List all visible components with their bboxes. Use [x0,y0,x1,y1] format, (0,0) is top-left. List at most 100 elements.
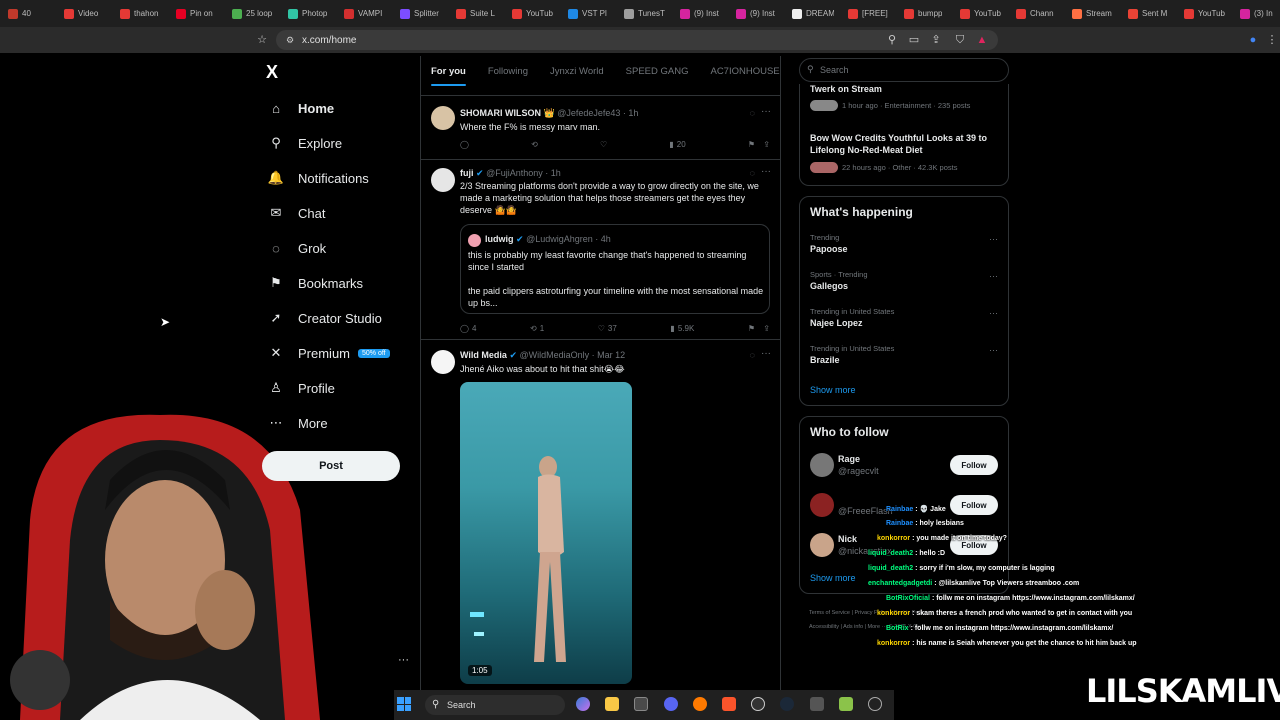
story-title[interactable]: Bow Wow Credits Youthful Looks at 39 to … [810,132,1000,156]
account-name[interactable]: Nick [838,534,857,544]
browser-tab[interactable]: Suite L [448,0,504,27]
nav-item-chat[interactable]: ✉ Chat [268,205,326,221]
trend-name[interactable]: Gallegos [810,281,848,291]
steam-icon[interactable] [780,697,794,711]
account-handle[interactable]: @ragecvlt [838,466,879,476]
nav-item-grok[interactable]: ◌ Grok [268,240,326,256]
nav-item-more[interactable]: ⋯ More [268,415,328,431]
show-more-link[interactable]: Show more [810,385,856,395]
share-icon[interactable]: ⇪ [763,140,770,149]
browser-tab[interactable]: Video [56,0,112,27]
tweet[interactable]: Wild Media ✔ @WildMediaOnly · Mar 12 ◌ ·… [421,340,780,696]
x-logo[interactable]: X [266,62,278,83]
discord-icon[interactable] [664,697,678,711]
follow-button[interactable]: Follow [950,495,998,515]
trend-name[interactable]: Najee Lopez [810,318,863,328]
views-button[interactable]: ▮ 20 [669,140,685,149]
nav-item-creator-studio[interactable]: ➚ Creator Studio [268,310,382,326]
avatar[interactable] [431,350,455,374]
browser-tab[interactable]: Photop [280,0,336,27]
footer-link[interactable]: Terms of Service [809,610,850,616]
browser-tab[interactable]: VAMPI [336,0,392,27]
show-more-link[interactable]: Show more [810,573,856,583]
share-icon[interactable]: ⇪ [763,324,770,333]
trend-name[interactable]: Brazile [810,355,840,365]
address-bar[interactable]: ⚙ x.com/home ⚲ ▭ ⇪ ⛉ ▲ [276,30,998,50]
obs-icon[interactable] [751,697,765,711]
tweet[interactable]: fuji ✔ @FujiAnthony · 1h ◌ ··· 2/3 Strea… [421,160,780,340]
search-input[interactable]: ⚲ Search [799,58,1009,82]
bookmark-star-icon[interactable]: ☆ [256,34,268,46]
tweet-handle[interactable]: @JefedeJefe43 · 1h [557,108,638,118]
tweet-video[interactable]: 1:05 [460,382,632,684]
nav-item-explore[interactable]: ⚲ Explore [268,135,342,151]
story-title[interactable]: Twerk on Stream [810,84,882,94]
grok-icon[interactable]: ◌ [750,350,755,360]
more-icon[interactable]: ··· [761,166,771,177]
browser-tab[interactable]: DREAM [784,0,840,27]
repost-button[interactable]: ⟲ 1 [530,324,544,333]
like-button[interactable]: ♡ [600,140,607,149]
reply-button[interactable]: ◯ 4 [460,324,476,333]
follow-button[interactable]: Follow [950,455,998,475]
trend-more-icon[interactable]: ··· [989,308,998,318]
tweet-handle[interactable]: @FujiAnthony · 1h [486,168,561,178]
app-icon[interactable] [868,697,882,711]
feed-tab[interactable]: AC7IONHOUSE [710,66,779,77]
rewards-icon[interactable]: ▲ [976,34,988,46]
browser-tab[interactable]: YouTub [952,0,1008,27]
browser-tab[interactable]: VST Pl [560,0,616,27]
quoted-tweet[interactable]: ludwig ✔ @LudwigAhgren · 4h this is prob… [460,224,770,314]
bookmark-button[interactable]: ⚑ ⇪ [748,140,770,149]
tweet[interactable]: SHOMARI WILSON 👑 @JefedeJefe43 · 1h ◌ ··… [421,96,780,160]
zoom-icon[interactable]: ⚲ [886,34,898,46]
browser-tab[interactable]: thahon [112,0,168,27]
feed-tab[interactable]: Jynxzi World [550,66,604,77]
brave-browser-icon[interactable] [722,697,736,711]
app-icon[interactable] [810,697,824,711]
browser-tab[interactable]: Pin on [168,0,224,27]
browser-tab[interactable]: 25 loop [224,0,280,27]
browser-tab[interactable]: (3) In [1232,0,1280,27]
browser-tab[interactable]: Sent M [1120,0,1176,27]
more-icon[interactable]: ··· [761,348,771,359]
copilot-icon[interactable] [576,697,590,711]
nav-item-profile[interactable]: ♙ Profile [268,380,335,396]
browser-tab[interactable]: 40 [0,0,56,27]
browser-tab[interactable]: bumpp [896,0,952,27]
feed-tab[interactable]: For you [431,66,466,86]
brave-shield-icon[interactable]: ⛉ [954,34,966,46]
account-handle[interactable]: @FreeeFlash [838,506,893,516]
cast-icon[interactable]: ▭ [908,34,920,46]
reply-button[interactable]: ◯ [460,140,469,149]
feed-tab[interactable]: SPEED GANG [626,66,689,77]
menu-icon[interactable]: ⋮ [1266,34,1278,46]
avatar[interactable] [810,533,834,557]
file-explorer-icon[interactable] [605,697,619,711]
site-info-icon[interactable]: ⚙ [284,34,296,46]
repost-button[interactable]: ⟲ [531,140,538,149]
windows-start-icon[interactable] [397,697,411,711]
nav-item-bookmarks[interactable]: ⚑ Bookmarks [268,275,363,291]
like-button[interactable]: ♡ 37 [598,324,617,333]
browser-tab[interactable]: Stream [1064,0,1120,27]
avatar[interactable] [810,453,834,477]
footer-link[interactable]: More ··· [868,624,888,630]
trend-more-icon[interactable]: ··· [989,345,998,355]
account-menu-icon[interactable]: ··· [398,654,409,666]
nav-item-notifications[interactable]: 🔔 Notifications [268,170,369,186]
store-icon[interactable] [634,697,648,711]
extension-icon[interactable]: ● [1247,34,1259,46]
feed-tab[interactable]: Following [488,66,528,77]
app-icon[interactable] [693,697,707,711]
trend-name[interactable]: Papoose [810,244,848,254]
browser-tab[interactable]: Chann [1008,0,1064,27]
views-button[interactable]: ▮ 5.9K [670,324,694,333]
browser-tab[interactable]: (9) Inst [672,0,728,27]
avatar[interactable] [431,168,455,192]
tweet-author-name[interactable]: SHOMARI WILSON 👑 [460,108,555,118]
tweet-author-name[interactable]: Wild Media [460,350,507,360]
bookmark-button[interactable]: ⚑ ⇪ [748,324,770,333]
browser-tab[interactable]: YouTub [1176,0,1232,27]
avatar[interactable] [431,106,455,130]
